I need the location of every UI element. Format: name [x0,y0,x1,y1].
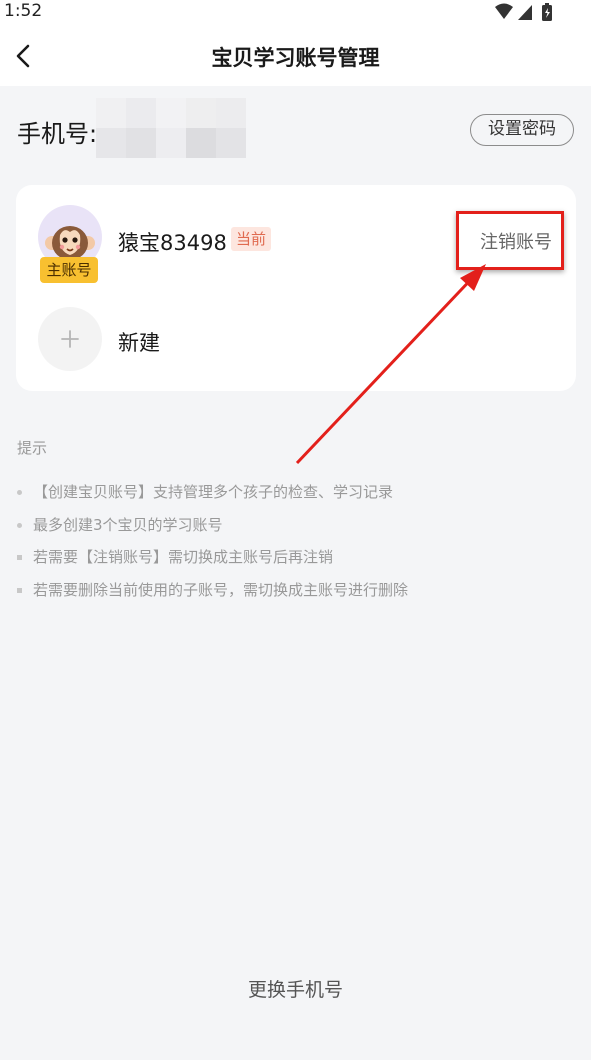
tip-item: 若需要【注销账号】需切换成主账号后再注销 [17,546,408,579]
tips-title: 提示 [17,439,48,457]
bullet-icon [17,490,22,495]
change-phone-button[interactable]: 更换手机号 [0,975,591,1002]
bullet-icon [17,522,22,528]
new-account-button[interactable] [38,307,102,371]
new-account-label[interactable]: 新建 [118,327,160,357]
phone-label: 手机号: [17,120,98,148]
status-time: 1:52 [4,1,43,21]
account-name: 猿宝83498 [118,231,227,255]
current-tag: 当前 [231,227,272,251]
tip-item: 若需要删除当前使用的子账号，需切换成主账号进行删除 [17,579,408,612]
main-account-badge: 主账号 [40,257,98,283]
tip-item: 最多创建3个宝贝的学习账号 [17,514,408,547]
annotation-highlight-box [456,211,564,270]
plus-icon [61,330,79,348]
cell-signal-icon [518,5,532,20]
status-bar: 1:52 [0,0,591,26]
set-password-button[interactable]: 设置密码 [470,114,574,146]
bullet-icon [17,587,22,593]
wifi-icon [495,3,513,19]
bullet-icon [17,555,22,560]
battery-icon [542,3,552,21]
page-title: 宝贝学习账号管理 [211,46,380,70]
tips-list: 【创建宝贝账号】支持管理多个孩子的检查、学习记录 最多创建3个宝贝的学习账号 若… [17,481,408,611]
status-icons [493,2,563,28]
phone-number-mosaic [96,98,246,158]
tip-item: 【创建宝贝账号】支持管理多个孩子的检查、学习记录 [17,481,408,514]
nav-bar: 宝贝学习账号管理 [0,26,591,86]
